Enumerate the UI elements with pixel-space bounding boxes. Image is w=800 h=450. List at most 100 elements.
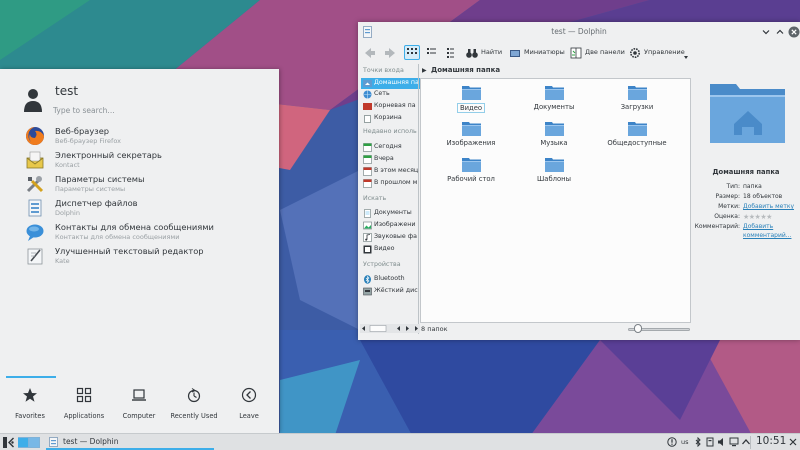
split-view-button[interactable]: Две панели [570, 45, 628, 61]
tab-label: Leave [239, 412, 259, 420]
zoom-slider-handle[interactable] [634, 324, 642, 333]
places-item-network[interactable]: Сеть [361, 89, 420, 100]
desktop-2[interactable] [29, 438, 39, 447]
find-button[interactable]: Найти [466, 45, 508, 61]
tray-divider [750, 436, 751, 449]
places-item-today[interactable]: Сегодня [361, 142, 420, 153]
document-icon [364, 209, 371, 218]
application-launcher-icon[interactable] [2, 436, 15, 449]
folder-item[interactable]: Рабочий стол [431, 156, 511, 188]
folder-label: Изображения [446, 139, 496, 147]
places-item-audio[interactable]: Звуковые фа [361, 232, 420, 243]
file-view[interactable]: Видео Документы Загрузки Изображения Муз… [420, 78, 691, 323]
control-menu-button[interactable]: Управление [629, 45, 689, 61]
add-comment-link-cont[interactable]: комментарий... [743, 232, 791, 239]
user-avatar-icon[interactable] [22, 87, 44, 113]
keyboard-layout-indicator[interactable]: us [681, 438, 689, 446]
folder-icon [544, 122, 564, 136]
details-view-button[interactable] [442, 45, 458, 60]
app-item-personal-organizer[interactable]: Электронный секретарь Kontact [0, 149, 279, 173]
tab-leave[interactable]: Leave [221, 387, 277, 431]
places-item-this-month[interactable]: В этом месяц [361, 166, 420, 177]
virtual-desktop-pager[interactable] [18, 437, 40, 448]
places-item-documents[interactable]: Документы [361, 208, 420, 219]
app-item-instant-messaging[interactable]: Контакты для обмена сообщениями Контакты… [0, 221, 279, 245]
breadcrumb-current[interactable]: Домашняя папка [431, 66, 500, 74]
tab-applications[interactable]: Applications [56, 387, 112, 431]
notifications-icon[interactable] [667, 437, 677, 447]
launcher-tab-bar: Favorites Applications Computer Recently… [0, 375, 279, 433]
app-item-text-editor[interactable]: Улучшенный текстовый редактор Kate [0, 245, 279, 269]
home-folder-icon [363, 80, 372, 87]
trash-icon [364, 115, 371, 123]
kontact-icon [26, 151, 44, 169]
network-tray-icon[interactable] [729, 437, 739, 447]
app-description: Kate [55, 257, 70, 265]
folder-icon [627, 122, 647, 136]
maximize-icon[interactable] [774, 26, 786, 38]
places-scrollbar[interactable] [360, 324, 420, 333]
back-arrow-icon[interactable] [363, 45, 376, 61]
folder-label: Видео [456, 103, 486, 113]
location-breadcrumb[interactable]: ▶ Домашняя папка [420, 64, 692, 78]
places-item-home[interactable]: Домашняя па [361, 78, 420, 89]
places-item-label: Корзина [374, 114, 402, 121]
device-notifier-icon[interactable] [705, 437, 715, 447]
places-item-label: Жёсткий дис [374, 287, 418, 294]
places-item-label: Bluetooth [374, 275, 405, 282]
bluetooth-tray-icon[interactable] [693, 437, 703, 447]
places-item-video[interactable]: Видео [361, 244, 420, 255]
rating-stars[interactable]: ★★★★★ [743, 213, 772, 221]
folder-label: Общедоступные [607, 139, 667, 147]
calendar-icon [363, 155, 372, 164]
add-tags-link[interactable]: Добавить метку [743, 203, 794, 210]
places-item-harddisk[interactable]: Жёсткий дис [361, 286, 420, 297]
app-item-file-manager[interactable]: Диспетчер файлов Dolphin [0, 197, 279, 221]
folder-item[interactable]: Видео [431, 84, 511, 116]
close-icon[interactable] [788, 26, 800, 38]
firefox-icon [26, 127, 44, 145]
folder-label: Документы [533, 103, 575, 111]
places-item-trash[interactable]: Корзина [361, 113, 420, 124]
tab-favorites[interactable]: Favorites [2, 387, 58, 431]
app-item-web-browser[interactable]: Веб-браузер Веб-браузер Firefox [0, 125, 279, 149]
folder-item[interactable]: Музыка [514, 120, 594, 152]
preview-button[interactable]: Миниатюры [509, 45, 567, 61]
panel-toolbox-icon[interactable] [788, 437, 798, 447]
places-item-bluetooth[interactable]: Bluetooth [361, 274, 420, 285]
search-input[interactable] [53, 103, 253, 117]
info-key: Комментарий: [694, 223, 740, 230]
volume-icon[interactable] [717, 437, 727, 447]
network-icon [363, 90, 372, 99]
places-item-last-month[interactable]: В прошлом м [361, 178, 420, 189]
history-icon [187, 388, 201, 403]
find-label: Найти [481, 48, 503, 56]
icons-view-button[interactable] [404, 45, 420, 60]
places-item-yesterday[interactable]: Вчера [361, 154, 420, 165]
folder-item[interactable]: Загрузки [597, 84, 677, 116]
places-item-root[interactable]: Корневая па [361, 101, 420, 112]
preview-icon [510, 50, 520, 57]
add-comment-link[interactable]: Добавить [743, 223, 773, 230]
forward-arrow-icon[interactable] [384, 45, 397, 61]
compact-view-button[interactable] [423, 45, 439, 60]
minimize-icon[interactable] [760, 26, 772, 38]
app-description: Веб-браузер Firefox [55, 137, 121, 145]
desktop-1[interactable] [18, 438, 28, 447]
main-toolbar: Найти Миниатюры Две панели Управление [358, 42, 800, 64]
folder-icon [627, 86, 647, 100]
tab-recently-used[interactable]: Recently Used [166, 387, 222, 431]
task-dolphin[interactable]: test — Dolphin [46, 435, 214, 450]
info-row-tags: Метки: Добавить метку [692, 203, 800, 213]
tab-computer[interactable]: Computer [111, 387, 167, 431]
window-titlebar[interactable]: test — Dolphin [358, 22, 800, 42]
folder-item[interactable]: Шаблоны [514, 156, 594, 188]
panel-divider[interactable] [418, 64, 419, 334]
folder-item[interactable]: Документы [514, 84, 594, 116]
digital-clock[interactable]: 10:51 [756, 435, 786, 447]
breadcrumb-arrow-icon[interactable]: ▶ [422, 67, 427, 74]
app-item-system-settings[interactable]: Параметры системы Параметры системы [0, 173, 279, 197]
places-item-images[interactable]: Изображени [361, 220, 420, 231]
folder-item[interactable]: Общедоступные [597, 120, 677, 152]
folder-item[interactable]: Изображения [431, 120, 511, 152]
